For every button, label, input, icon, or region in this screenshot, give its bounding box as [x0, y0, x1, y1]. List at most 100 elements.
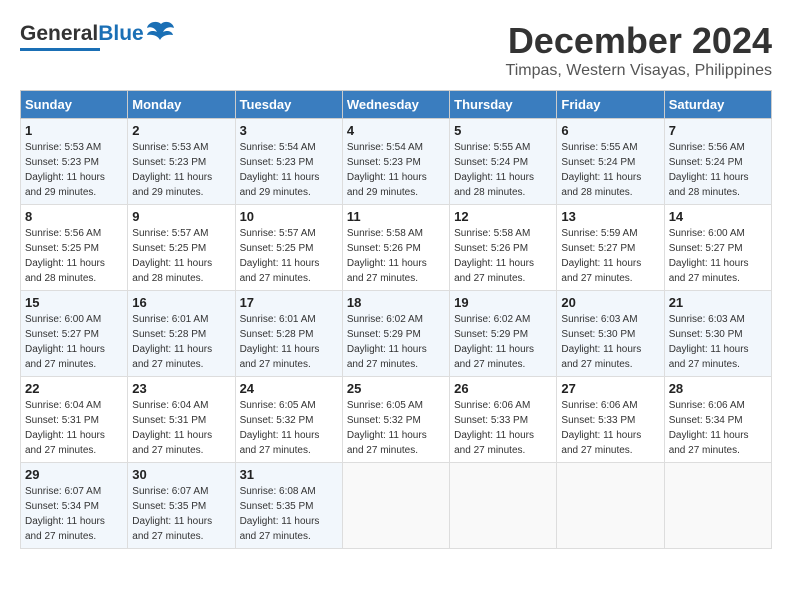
- calendar-cell: [342, 463, 449, 549]
- day-number: 26: [454, 381, 552, 396]
- calendar-cell: 25 Sunrise: 6:05 AM Sunset: 5:32 PM Dayli…: [342, 377, 449, 463]
- calendar-cell: 12 Sunrise: 5:58 AM Sunset: 5:26 PM Dayli…: [450, 205, 557, 291]
- calendar-cell: 16 Sunrise: 6:01 AM Sunset: 5:28 PM Dayli…: [128, 291, 235, 377]
- day-info: Sunrise: 6:04 AM Sunset: 5:31 PM Dayligh…: [25, 398, 123, 458]
- day-number: 9: [132, 209, 230, 224]
- day-info: Sunrise: 6:08 AM Sunset: 5:35 PM Dayligh…: [240, 484, 338, 544]
- day-info: Sunrise: 5:58 AM Sunset: 5:26 PM Dayligh…: [454, 226, 552, 286]
- week-row-5: 29 Sunrise: 6:07 AM Sunset: 5:34 PM Dayli…: [21, 463, 772, 549]
- day-info: Sunrise: 6:07 AM Sunset: 5:35 PM Dayligh…: [132, 484, 230, 544]
- calendar-cell: 10 Sunrise: 5:57 AM Sunset: 5:25 PM Dayli…: [235, 205, 342, 291]
- week-row-2: 8 Sunrise: 5:56 AM Sunset: 5:25 PM Daylig…: [21, 205, 772, 291]
- day-info: Sunrise: 6:01 AM Sunset: 5:28 PM Dayligh…: [240, 312, 338, 372]
- day-number: 4: [347, 123, 445, 138]
- day-number: 25: [347, 381, 445, 396]
- calendar-cell: 28 Sunrise: 6:06 AM Sunset: 5:34 PM Dayli…: [664, 377, 771, 463]
- week-row-1: 1 Sunrise: 5:53 AM Sunset: 5:23 PM Daylig…: [21, 119, 772, 205]
- calendar-cell: 31Sunrise: 6:08 AM Sunset: 5:35 PM Dayli…: [235, 463, 342, 549]
- day-info: Sunrise: 5:56 AM Sunset: 5:24 PM Dayligh…: [669, 140, 767, 200]
- day-number: 8: [25, 209, 123, 224]
- calendar-cell: 15 Sunrise: 6:00 AM Sunset: 5:27 PM Dayli…: [21, 291, 128, 377]
- day-info: Sunrise: 6:00 AM Sunset: 5:27 PM Dayligh…: [25, 312, 123, 372]
- day-info: Sunrise: 6:01 AM Sunset: 5:28 PM Dayligh…: [132, 312, 230, 372]
- day-info: Sunrise: 5:53 AM Sunset: 5:23 PM Dayligh…: [25, 140, 123, 200]
- day-info: Sunrise: 5:55 AM Sunset: 5:24 PM Dayligh…: [561, 140, 659, 200]
- calendar-cell: 4 Sunrise: 5:54 AM Sunset: 5:23 PM Daylig…: [342, 119, 449, 205]
- calendar-cell: 17 Sunrise: 6:01 AM Sunset: 5:28 PM Dayli…: [235, 291, 342, 377]
- logo-bird-icon: [147, 20, 175, 47]
- day-info: Sunrise: 6:04 AM Sunset: 5:31 PM Dayligh…: [132, 398, 230, 458]
- day-info: Sunrise: 6:02 AM Sunset: 5:29 PM Dayligh…: [347, 312, 445, 372]
- day-number: 22: [25, 381, 123, 396]
- calendar-cell: 21Sunrise: 6:03 AM Sunset: 5:30 PM Dayli…: [664, 291, 771, 377]
- day-info: Sunrise: 5:56 AM Sunset: 5:25 PM Dayligh…: [25, 226, 123, 286]
- calendar-cell: 14Sunrise: 6:00 AM Sunset: 5:27 PM Dayli…: [664, 205, 771, 291]
- day-info: Sunrise: 6:05 AM Sunset: 5:32 PM Dayligh…: [347, 398, 445, 458]
- day-number: 13: [561, 209, 659, 224]
- day-number: 7: [669, 123, 767, 138]
- day-info: Sunrise: 6:03 AM Sunset: 5:30 PM Dayligh…: [561, 312, 659, 372]
- calendar-cell: 7 Sunrise: 5:56 AM Sunset: 5:24 PM Daylig…: [664, 119, 771, 205]
- calendar-cell: [664, 463, 771, 549]
- day-number: 1: [25, 123, 123, 138]
- day-number: 17: [240, 295, 338, 310]
- day-info: Sunrise: 5:57 AM Sunset: 5:25 PM Dayligh…: [132, 226, 230, 286]
- day-info: Sunrise: 6:06 AM Sunset: 5:33 PM Dayligh…: [561, 398, 659, 458]
- day-number: 12: [454, 209, 552, 224]
- logo-underline: [20, 48, 100, 51]
- day-info: Sunrise: 6:05 AM Sunset: 5:32 PM Dayligh…: [240, 398, 338, 458]
- day-info: Sunrise: 6:06 AM Sunset: 5:33 PM Dayligh…: [454, 398, 552, 458]
- logo: General Blue: [20, 20, 175, 51]
- day-number: 6: [561, 123, 659, 138]
- calendar-cell: 22 Sunrise: 6:04 AM Sunset: 5:31 PM Dayli…: [21, 377, 128, 463]
- col-header-friday: Friday: [557, 91, 664, 119]
- calendar-cell: 13Sunrise: 5:59 AM Sunset: 5:27 PM Dayli…: [557, 205, 664, 291]
- calendar-cell: 6 Sunrise: 5:55 AM Sunset: 5:24 PM Daylig…: [557, 119, 664, 205]
- calendar-cell: 8 Sunrise: 5:56 AM Sunset: 5:25 PM Daylig…: [21, 205, 128, 291]
- calendar-title: December 2024: [506, 20, 772, 62]
- day-number: 5: [454, 123, 552, 138]
- day-number: 10: [240, 209, 338, 224]
- calendar-cell: 24Sunrise: 6:05 AM Sunset: 5:32 PM Dayli…: [235, 377, 342, 463]
- day-number: 3: [240, 123, 338, 138]
- day-number: 30: [132, 467, 230, 482]
- col-header-sunday: Sunday: [21, 91, 128, 119]
- calendar-cell: 18Sunrise: 6:02 AM Sunset: 5:29 PM Dayli…: [342, 291, 449, 377]
- day-info: Sunrise: 6:06 AM Sunset: 5:34 PM Dayligh…: [669, 398, 767, 458]
- week-row-3: 15 Sunrise: 6:00 AM Sunset: 5:27 PM Dayli…: [21, 291, 772, 377]
- calendar-table: SundayMondayTuesdayWednesdayThursdayFrid…: [20, 90, 772, 549]
- calendar-cell: 1 Sunrise: 5:53 AM Sunset: 5:23 PM Daylig…: [21, 119, 128, 205]
- day-info: Sunrise: 6:07 AM Sunset: 5:34 PM Dayligh…: [25, 484, 123, 544]
- col-header-thursday: Thursday: [450, 91, 557, 119]
- col-header-saturday: Saturday: [664, 91, 771, 119]
- day-number: 27: [561, 381, 659, 396]
- col-header-wednesday: Wednesday: [342, 91, 449, 119]
- col-header-monday: Monday: [128, 91, 235, 119]
- day-number: 28: [669, 381, 767, 396]
- day-number: 19: [454, 295, 552, 310]
- calendar-cell: [557, 463, 664, 549]
- calendar-subtitle: Timpas, Western Visayas, Philippines: [506, 62, 772, 80]
- day-number: 16: [132, 295, 230, 310]
- day-number: 11: [347, 209, 445, 224]
- day-info: Sunrise: 6:00 AM Sunset: 5:27 PM Dayligh…: [669, 226, 767, 286]
- day-info: Sunrise: 5:53 AM Sunset: 5:23 PM Dayligh…: [132, 140, 230, 200]
- calendar-cell: 19Sunrise: 6:02 AM Sunset: 5:29 PM Dayli…: [450, 291, 557, 377]
- calendar-cell: [450, 463, 557, 549]
- day-number: 29: [25, 467, 123, 482]
- day-info: Sunrise: 5:57 AM Sunset: 5:25 PM Dayligh…: [240, 226, 338, 286]
- page-header: General Blue December 2024 Timpas, Weste…: [20, 20, 772, 80]
- day-number: 23: [132, 381, 230, 396]
- day-number: 2: [132, 123, 230, 138]
- calendar-cell: 23 Sunrise: 6:04 AM Sunset: 5:31 PM Dayli…: [128, 377, 235, 463]
- day-info: Sunrise: 5:54 AM Sunset: 5:23 PM Dayligh…: [240, 140, 338, 200]
- logo-general: General: [20, 22, 98, 46]
- day-number: 15: [25, 295, 123, 310]
- calendar-cell: 30 Sunrise: 6:07 AM Sunset: 5:35 PM Dayli…: [128, 463, 235, 549]
- week-row-4: 22 Sunrise: 6:04 AM Sunset: 5:31 PM Dayli…: [21, 377, 772, 463]
- day-info: Sunrise: 5:54 AM Sunset: 5:23 PM Dayligh…: [347, 140, 445, 200]
- calendar-cell: 26 Sunrise: 6:06 AM Sunset: 5:33 PM Dayli…: [450, 377, 557, 463]
- calendar-cell: 20Sunrise: 6:03 AM Sunset: 5:30 PM Dayli…: [557, 291, 664, 377]
- logo-blue: Blue: [98, 22, 144, 46]
- calendar-header-row: SundayMondayTuesdayWednesdayThursdayFrid…: [21, 91, 772, 119]
